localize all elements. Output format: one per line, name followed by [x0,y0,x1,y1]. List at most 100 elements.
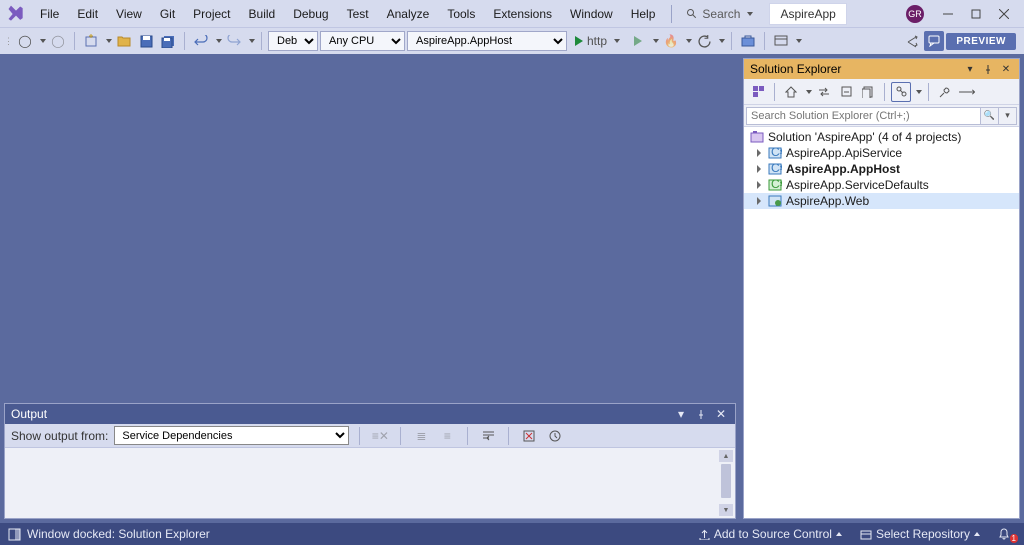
minimize-button[interactable] [934,3,962,25]
project-row[interactable]: C# AspireApp.ServiceDefaults [744,177,1019,193]
start-debugging-button[interactable]: http [569,31,626,51]
solution-explorer-title-bar[interactable]: Solution Explorer ▾ ✕ [744,59,1019,79]
pin-button[interactable] [693,406,709,422]
menu-view[interactable]: View [108,4,150,24]
word-wrap-button[interactable] [478,426,498,446]
window-position-button[interactable]: ▾ [673,406,689,422]
menu-git[interactable]: Git [152,4,183,24]
notifications-button[interactable]: 1 [992,528,1016,541]
menu-debug[interactable]: Debug [285,4,336,24]
status-left-label: Window docked: Solution Explorer [27,527,210,541]
chevron-down-icon [806,90,812,94]
chevron-down-icon [916,90,922,94]
toolbox-button[interactable] [738,31,758,51]
dock-icon [8,528,21,541]
csproj-icon: C# [768,179,782,191]
save-button[interactable] [136,31,156,51]
solution-tree[interactable]: Solution 'AspireApp' (4 of 4 projects) C… [744,127,1019,518]
csproj-web-icon [768,195,782,207]
output-text-area[interactable]: ▲ ▼ [5,448,735,518]
close-panel-button[interactable]: ✕ [713,406,729,422]
scroll-up-button[interactable]: ▲ [719,450,733,462]
solution-search-input[interactable] [746,107,981,125]
new-project-button[interactable] [81,31,101,51]
save-all-button[interactable] [158,31,178,51]
output-title-bar[interactable]: Output ▾ ✕ [5,404,735,424]
menu-extensions[interactable]: Extensions [485,4,560,24]
refresh-button[interactable] [694,31,714,51]
menu-file[interactable]: File [32,4,67,24]
scrollbar[interactable]: ▲ ▼ [719,450,733,516]
home-button[interactable] [781,82,801,102]
solution-explorer-panel: Solution Explorer ▾ ✕ ⟶ 🔍 ▾ [743,58,1020,519]
configuration-select[interactable]: Debug [268,31,318,51]
solution-root-label: Solution 'AspireApp' (4 of 4 projects) [768,130,961,144]
play-outline-icon [634,36,642,46]
project-row[interactable]: C# AspireApp.AppHost [744,161,1019,177]
share-button[interactable] [902,31,922,51]
menu-build[interactable]: Build [241,4,284,24]
preview-selected-button[interactable]: ⟶ [957,82,977,102]
views-button[interactable] [748,82,768,102]
customize-button[interactable] [771,31,791,51]
expander-icon[interactable] [754,164,764,174]
feedback-button[interactable] [924,31,944,51]
search-box[interactable]: Search [680,5,759,23]
redo-button[interactable] [224,31,244,51]
platform-select[interactable]: Any CPU [320,31,405,51]
startup-project-select[interactable]: AspireApp.AppHost [407,31,567,51]
toggle-wrap-button[interactable]: ≣ [411,426,431,446]
user-avatar[interactable]: GR [906,5,924,23]
solution-root[interactable]: Solution 'AspireApp' (4 of 4 projects) [744,129,1019,145]
window-position-button[interactable]: ▾ [963,62,977,76]
project-row[interactable]: C# AspireApp.ApiService [744,145,1019,161]
chevron-down-icon [106,39,112,43]
hot-reload-button[interactable]: 🔥 [661,31,681,51]
close-panel-button[interactable]: ✕ [999,62,1013,76]
nav-forward-button[interactable]: ◯ [48,31,68,51]
start-without-debugging-button[interactable] [628,31,648,51]
clear-all-button[interactable] [519,426,539,446]
scroll-thumb[interactable] [721,464,731,498]
properties-button[interactable] [935,82,955,102]
chevron-down-icon [796,39,802,43]
maximize-button[interactable] [962,3,990,25]
scroll-down-button[interactable]: ▼ [719,504,733,516]
solution-search-button[interactable]: 🔍 [981,107,999,125]
app-name-chip[interactable]: AspireApp [769,3,846,25]
select-repository-button[interactable]: Select Repository [854,527,986,541]
csproj-icon: C# [768,163,782,175]
scope-button[interactable] [891,82,911,102]
undo-button[interactable] [191,31,211,51]
nav-back-button[interactable]: ◯ [15,31,35,51]
expander-icon[interactable] [754,196,764,206]
timestamps-button[interactable] [545,426,565,446]
menu-project[interactable]: Project [185,4,238,24]
project-row[interactable]: AspireApp.Web [744,193,1019,209]
preview-badge[interactable]: PREVIEW [946,33,1016,50]
expander-icon[interactable] [754,180,764,190]
chevron-up-icon [836,532,842,536]
previous-button[interactable]: ≡ [437,426,457,446]
add-source-control-button[interactable]: Add to Source Control [693,527,848,541]
main-work-area: Solution Explorer ▾ ✕ ⟶ 🔍 ▾ [0,54,1024,523]
pin-button[interactable] [981,62,995,76]
grip-icon: ⋮ [4,36,13,47]
clear-output-button[interactable]: ≡✕ [370,426,390,446]
collapse-all-button[interactable] [836,82,856,102]
sync-button[interactable] [814,82,834,102]
open-button[interactable] [114,31,134,51]
show-all-files-button[interactable] [858,82,878,102]
menu-edit[interactable]: Edit [69,4,106,24]
menu-test[interactable]: Test [339,4,377,24]
expander-icon[interactable] [754,148,764,158]
menu-help[interactable]: Help [623,4,664,24]
close-button[interactable] [990,3,1018,25]
menu-tools[interactable]: Tools [439,4,483,24]
output-source-select[interactable]: Service Dependencies [114,426,349,445]
menu-window[interactable]: Window [562,4,621,24]
menu-analyze[interactable]: Analyze [379,4,438,24]
solution-icon [750,131,764,143]
solution-search-row: 🔍 ▾ [744,105,1019,127]
solution-search-options-button[interactable]: ▾ [999,107,1017,125]
